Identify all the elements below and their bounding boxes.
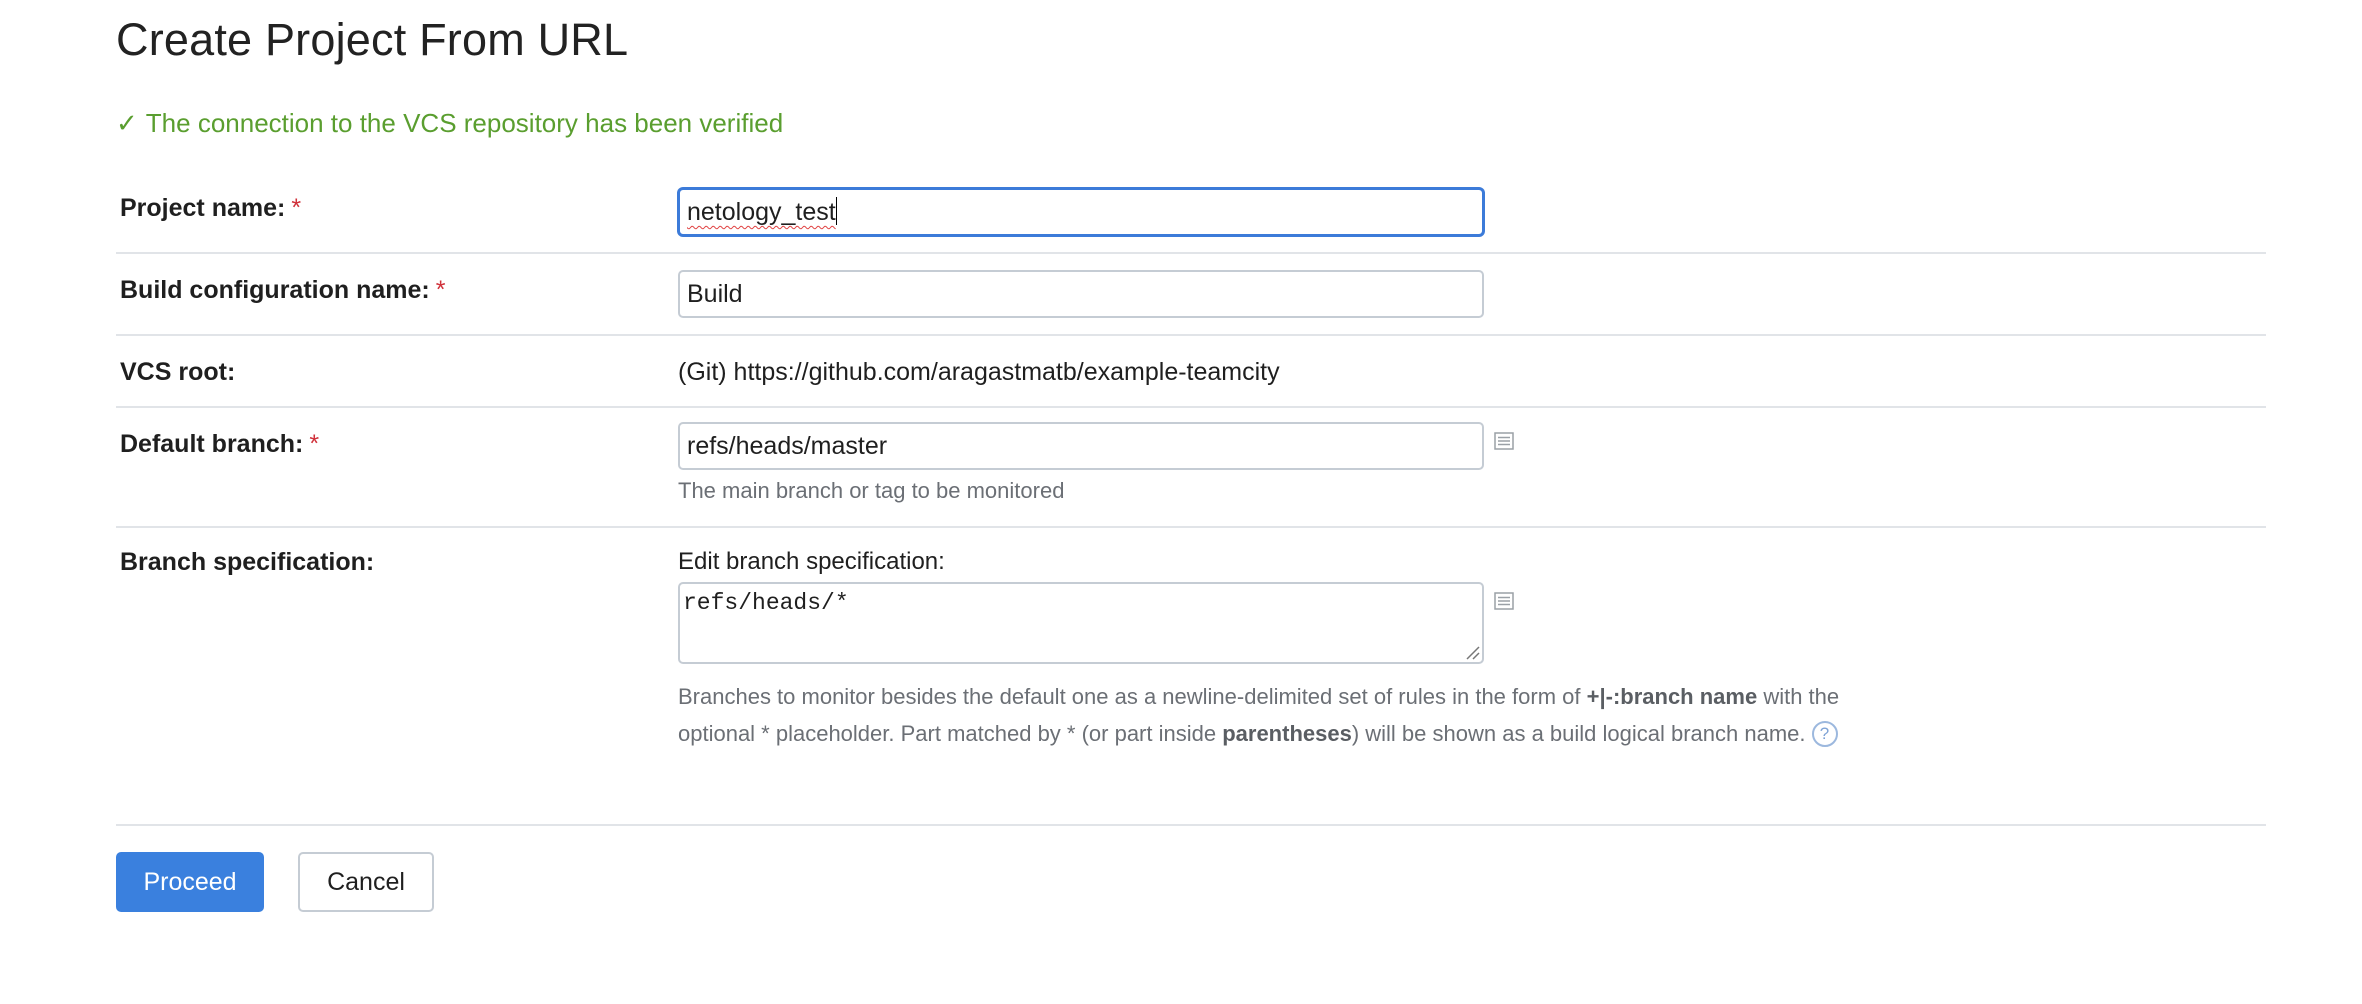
help-text-part: ) will be shown as a build logical branc… (1351, 721, 1806, 746)
text-caret (835, 197, 837, 225)
required-mark: * (309, 430, 320, 458)
branch-spec-label: Branch specification: (120, 548, 375, 576)
help-text-part: Branches to monitor besides the default … (678, 684, 1587, 709)
default-branch-row: Default branch: * refs/heads/master The m… (116, 406, 2266, 528)
default-branch-field-wrap: refs/heads/master The main branch or tag… (678, 422, 1484, 504)
build-config-field-wrap: Build (678, 270, 1484, 318)
branch-spec-help-line2: optional * placeholder. Part matched by … (678, 715, 1839, 752)
default-branch-label: Default branch: * (120, 430, 319, 459)
page-title: Create Project From URL (116, 14, 629, 65)
vcs-root-value: (Git) https://github.com/aragastmatb/exa… (678, 358, 1280, 386)
list-icon[interactable] (1494, 432, 1514, 450)
help-text-bold: parentheses (1222, 721, 1352, 746)
branch-spec-textarea[interactable]: refs/heads/* (678, 582, 1484, 664)
project-name-field-wrap: netology_test (678, 188, 1484, 236)
vcs-root-row: VCS root: (Git) https://github.com/araga… (116, 334, 2266, 408)
footer-divider (116, 824, 2266, 826)
check-icon: ✓ (116, 108, 138, 138)
help-icon[interactable]: ? (1811, 721, 1838, 747)
resize-handle-icon[interactable] (1464, 644, 1480, 660)
build-config-label-text: Build configuration name: (120, 276, 430, 304)
default-branch-hint: The main branch or tag to be monitored (678, 478, 1065, 503)
default-branch-label-text: Default branch: (120, 430, 304, 458)
verified-message: ✓ The connection to the VCS repository ha… (116, 108, 783, 139)
project-name-label: Project name: * (120, 194, 301, 223)
branch-spec-row: Branch specification: Edit branch specif… (116, 526, 2266, 816)
cancel-button[interactable]: Cancel (298, 852, 434, 912)
proceed-button[interactable]: Proceed (116, 852, 264, 912)
vcs-root-label: VCS root: (120, 358, 236, 386)
branch-spec-help-line1: Branches to monitor besides the default … (678, 678, 1839, 715)
branch-spec-help: Branches to monitor besides the default … (678, 678, 1839, 752)
branch-spec-value: refs/heads/* (683, 590, 849, 616)
build-config-row: Build configuration name: * Build (116, 252, 2266, 336)
project-name-label-text: Project name: (120, 194, 286, 222)
project-name-row: Project name: * netology_test (116, 168, 2266, 254)
build-config-name-input[interactable]: Build (678, 270, 1484, 318)
edit-branch-spec-label: Edit branch specification: (678, 548, 945, 575)
verified-text: The connection to the VCS repository has… (145, 108, 784, 138)
required-mark: * (435, 276, 446, 304)
list-icon[interactable] (1494, 592, 1514, 610)
default-branch-input[interactable]: refs/heads/master (678, 422, 1484, 470)
project-name-input[interactable]: netology_test (678, 188, 1484, 236)
branch-spec-field-wrap: Edit branch specification: refs/heads/* … (678, 548, 1839, 752)
help-text-bold: +|-:branch name (1586, 684, 1758, 709)
help-text-part: with the (1757, 684, 1840, 709)
project-name-value: netology_test (687, 198, 836, 226)
build-config-label: Build configuration name: * (120, 276, 445, 305)
required-mark: * (291, 194, 302, 222)
help-text-part: optional * placeholder. Part matched by … (678, 721, 1223, 746)
